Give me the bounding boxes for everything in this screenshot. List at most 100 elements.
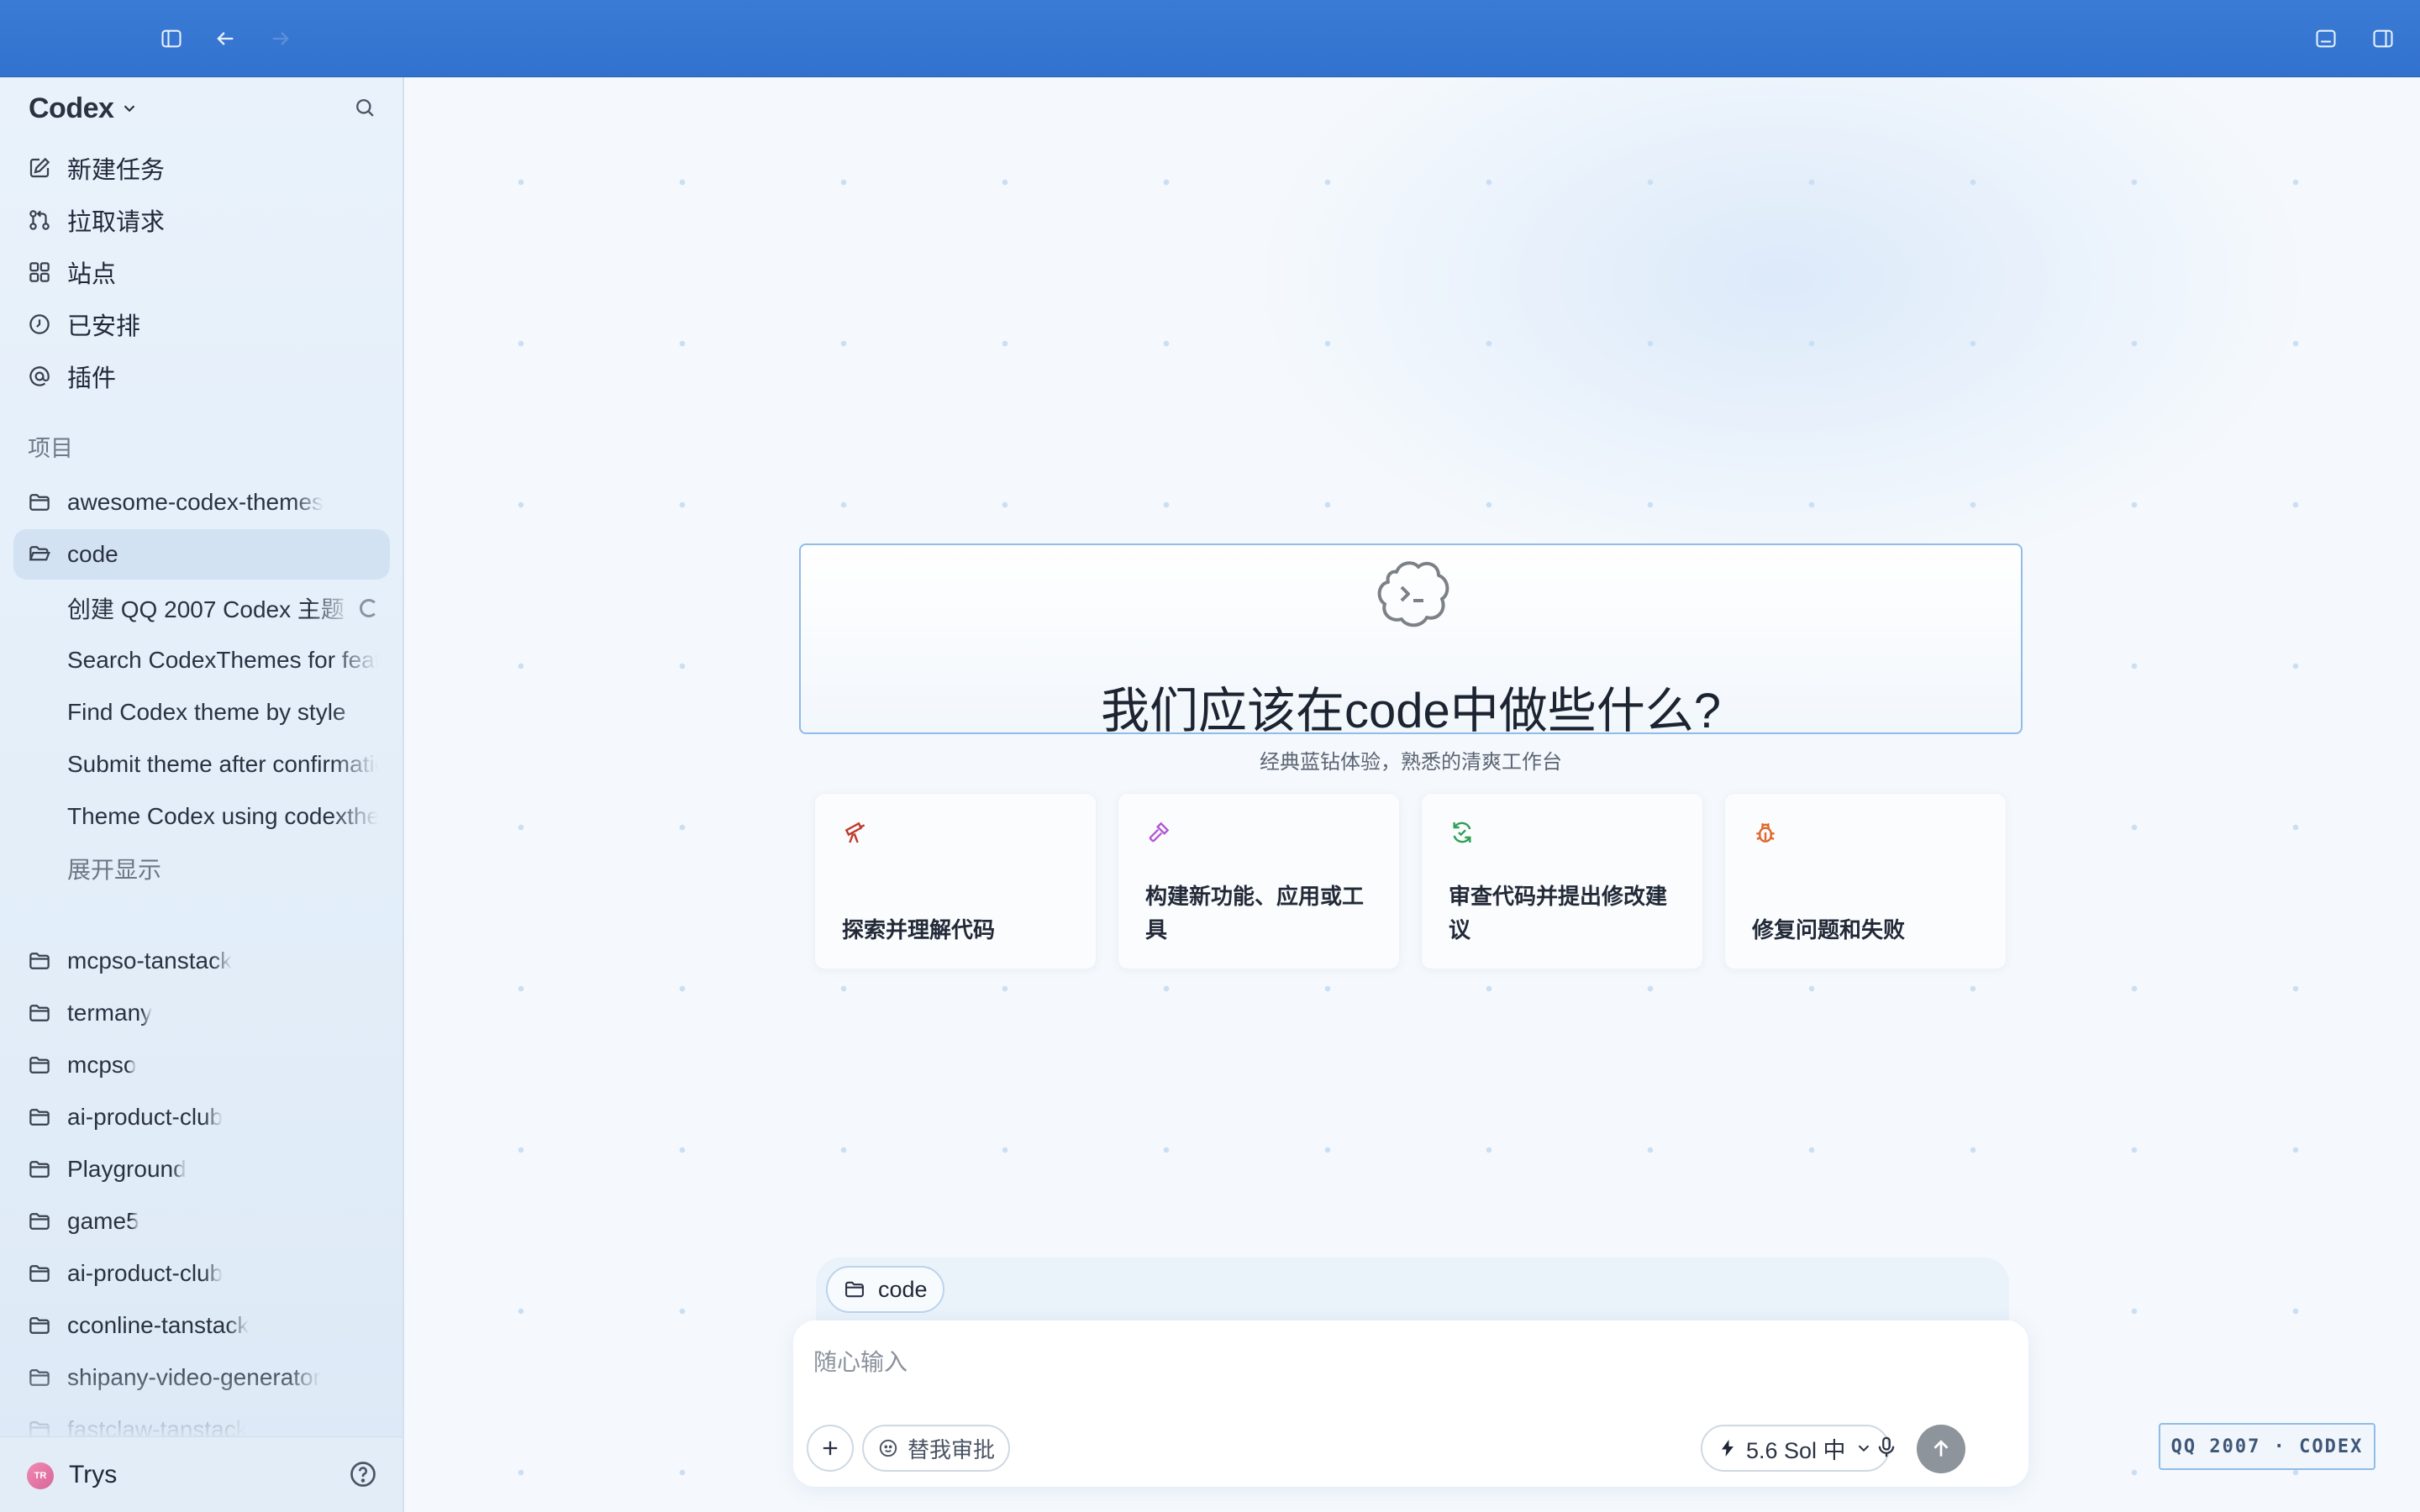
card-label: 构建新功能、应用或工具 — [1145, 884, 1365, 942]
arrow-up-icon — [1933, 1440, 1949, 1457]
project-item[interactable]: mcpso-tanstack — [13, 936, 390, 986]
show-more-label: 展开显示 — [67, 857, 162, 883]
microphone-icon — [1878, 1436, 1895, 1457]
suggestion-card-fix[interactable]: 修复问题和失败 — [1724, 793, 2007, 969]
model-label: 5.6 Sol 中 — [1746, 1437, 1846, 1463]
app-title: Codex — [29, 92, 114, 124]
arrow-right-icon — [272, 32, 289, 45]
user-footer: TR Trys — [0, 1436, 402, 1512]
lightning-icon — [1722, 1440, 1733, 1457]
hero-panel: 我们应该在code中做些什么? — [799, 543, 2023, 738]
title-bar — [0, 0, 2420, 77]
search-icon — [356, 99, 374, 117]
model-selector[interactable]: 5.6 Sol 中 — [1701, 1425, 1890, 1472]
project-item[interactable]: ai-product-club — [13, 1092, 390, 1142]
project-item[interactable]: awesome-codex-themes — [13, 477, 390, 528]
project-label: ai-product-club — [67, 1260, 224, 1286]
project-label: code — [67, 541, 118, 567]
task-item[interactable]: Find Codex theme by style — [67, 689, 378, 736]
project-chip-label: code — [878, 1276, 928, 1302]
card-label: 探索并理解代码 — [842, 917, 996, 942]
project-label: awesome-codex-themes — [67, 489, 324, 515]
toggle-sidebar-button[interactable] — [155, 22, 188, 55]
nav-label: 已安排 — [67, 313, 141, 340]
project-label: termany — [67, 1000, 153, 1026]
task-label: Find Codex theme by style — [67, 699, 346, 725]
folder-icon — [29, 1005, 50, 1021]
nav-sites[interactable]: 站点 — [27, 252, 116, 292]
card-label: 修复问题和失败 — [1752, 917, 1906, 942]
search-button[interactable] — [348, 91, 381, 124]
show-more-link[interactable]: 展开显示 — [67, 845, 378, 892]
suggestion-card-explore[interactable]: 探索并理解代码 — [814, 793, 1097, 969]
arrow-left-icon — [217, 32, 234, 45]
task-item[interactable]: Submit theme after confirmation — [67, 741, 378, 788]
project-label: Playground — [67, 1156, 187, 1182]
codex-cloud-logo-icon — [1377, 561, 1449, 627]
project-item[interactable]: cconline-tanstack — [13, 1300, 390, 1351]
folder-icon — [29, 1109, 50, 1126]
toggle-terminal-button[interactable] — [2309, 22, 2343, 55]
voice-input-button[interactable] — [1869, 1430, 1904, 1465]
nav-pull-requests[interactable]: 拉取请求 — [27, 200, 165, 240]
prompt-input[interactable] — [813, 1337, 1906, 1388]
edit-icon — [29, 157, 50, 178]
task-item[interactable]: Theme Codex using codexthemes — [67, 793, 378, 840]
bug-icon — [1756, 822, 1775, 843]
folder-icon — [845, 1281, 864, 1298]
task-label: Search CodexThemes for feature — [67, 647, 378, 673]
suggestion-card-review[interactable]: 审查代码并提出修改建议 — [1421, 793, 1703, 969]
loading-spinner-icon — [360, 599, 378, 617]
project-label: cconline-tanstack — [67, 1312, 250, 1338]
back-button[interactable] — [208, 22, 242, 55]
suggestion-card-build[interactable]: 构建新功能、应用或工具 — [1118, 793, 1400, 969]
toggle-right-panel-button[interactable] — [2366, 22, 2400, 55]
nav-label: 拉取请求 — [67, 209, 166, 236]
page-subtitle: 经典蓝钻体验，熟悉的清爽工作台 — [1260, 751, 1562, 774]
forward-button[interactable] — [264, 22, 297, 55]
task-item[interactable]: Search CodexThemes for feature — [67, 637, 378, 684]
help-icon[interactable] — [348, 1459, 378, 1489]
folder-icon — [29, 1265, 50, 1282]
project-label: ai-product-club — [67, 1104, 224, 1130]
add-attachment-button[interactable] — [807, 1425, 854, 1472]
folder-icon — [29, 1369, 50, 1386]
page-title: 我们应该在code中做些什么? — [1100, 684, 1722, 738]
user-name[interactable]: Trys — [69, 1461, 117, 1489]
grid-icon — [29, 262, 50, 282]
shield-approve-icon — [879, 1439, 897, 1457]
task-label: 创建 QQ 2007 Codex 主题 — [67, 596, 345, 622]
project-item[interactable]: shipany-video-generator — [13, 1352, 390, 1403]
project-item[interactable]: Playground — [13, 1144, 390, 1194]
auto-approve-button[interactable]: 替我审批 — [862, 1425, 1011, 1472]
folder-icon — [29, 1057, 50, 1074]
main-content: 我们应该在code中做些什么? 经典蓝钻体验，熟悉的清爽工作台 探索并理解代码 … — [404, 77, 2420, 1512]
nav-new-task[interactable]: 新建任务 — [27, 148, 165, 188]
theme-badge: QQ 2007 · CODEX — [2159, 1423, 2375, 1470]
nav-plugins[interactable]: 插件 — [27, 356, 116, 396]
nav-label: 插件 — [67, 365, 117, 392]
task-label: Submit theme after confirmation — [67, 751, 378, 777]
task-label: Theme Codex using codexthemes — [67, 803, 378, 829]
projects-section-label: 项目 — [28, 436, 73, 461]
project-item[interactable]: termany — [13, 988, 390, 1038]
project-item[interactable]: game5 — [13, 1196, 390, 1247]
project-item[interactable]: mcpso — [13, 1040, 390, 1090]
workspace-switcher[interactable]: Codex — [29, 87, 139, 129]
nav-scheduled[interactable]: 已安排 — [27, 304, 140, 344]
nav-label: 新建任务 — [67, 157, 166, 184]
project-item-active[interactable]: code — [13, 529, 390, 580]
folder-icon — [29, 953, 50, 969]
project-chip[interactable]: code — [826, 1266, 944, 1313]
folder-icon — [29, 1161, 50, 1178]
project-item[interactable]: ai-product-club — [13, 1248, 390, 1299]
sidebar-toggle-icon — [161, 29, 182, 48]
composer: 替我审批 5.6 Sol 中 — [793, 1320, 2028, 1487]
task-item[interactable]: 创建 QQ 2007 Codex 主题 — [67, 585, 378, 632]
telescope-icon — [844, 822, 865, 843]
at-icon — [29, 366, 50, 386]
avatar[interactable]: TR — [27, 1462, 54, 1489]
project-label: game5 — [67, 1208, 139, 1234]
send-button[interactable] — [1917, 1425, 1965, 1473]
folder-open-icon — [29, 546, 50, 561]
